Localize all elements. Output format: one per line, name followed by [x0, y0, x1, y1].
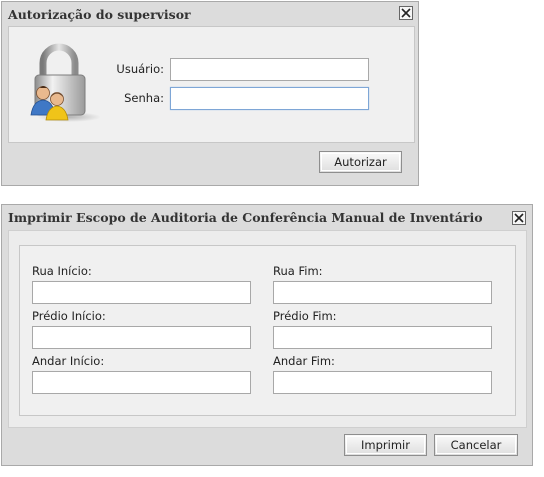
cancel-button[interactable]: Cancelar [434, 434, 518, 456]
rua-inicio-label: Rua Início: [32, 264, 92, 278]
rua-inicio-field[interactable] [32, 281, 251, 304]
authorize-button[interactable]: Autorizar [319, 151, 402, 173]
rua-fim-field[interactable] [273, 281, 492, 304]
print-dialog-titlebar[interactable]: Imprimir Escopo de Auditoria de Conferên… [2, 205, 532, 229]
usuario-label: Usuário: [116, 62, 164, 76]
andar-fim-field[interactable] [273, 371, 492, 394]
predio-inicio-label: Prédio Início: [32, 309, 106, 323]
print-fields-panel: Rua Início: Rua Fim: Prédio Início: Préd… [19, 245, 516, 416]
andar-inicio-field[interactable] [32, 371, 251, 394]
andar-inicio-label: Andar Início: [32, 354, 105, 368]
print-audit-scope-dialog: Imprimir Escopo de Auditoria de Conferên… [1, 204, 533, 466]
supervisor-dialog-close-button[interactable] [399, 6, 413, 20]
close-icon [401, 8, 411, 18]
print-fields-outer-panel: Rua Início: Rua Fim: Prédio Início: Préd… [8, 230, 527, 428]
rua-fim-label: Rua Fim: [273, 264, 323, 278]
authorize-button-label: Autorizar [334, 155, 387, 169]
print-button-label: Imprimir [361, 438, 410, 452]
supervisor-dialog-titlebar[interactable]: Autorização do supervisor [2, 2, 418, 26]
senha-field[interactable] [170, 87, 369, 110]
supervisor-credentials-panel: Usuário: Senha: [8, 26, 415, 143]
predio-inicio-field[interactable] [32, 326, 251, 349]
print-dialog-title: Imprimir Escopo de Auditoria de Conferên… [8, 210, 483, 225]
lock-users-icon [30, 43, 101, 122]
predio-fim-field[interactable] [273, 326, 492, 349]
andar-fim-label: Andar Fim: [273, 354, 335, 368]
cancel-button-label: Cancelar [450, 438, 502, 452]
predio-fim-label: Prédio Fim: [273, 309, 337, 323]
supervisor-auth-dialog: Autorização do supervisor Usuário: Senha… [1, 1, 419, 186]
supervisor-dialog-title: Autorização do supervisor [8, 7, 191, 22]
senha-label: Senha: [124, 91, 164, 105]
close-icon [514, 213, 524, 223]
print-button[interactable]: Imprimir [344, 434, 427, 456]
usuario-field[interactable] [170, 58, 369, 81]
print-dialog-close-button[interactable] [512, 211, 526, 225]
